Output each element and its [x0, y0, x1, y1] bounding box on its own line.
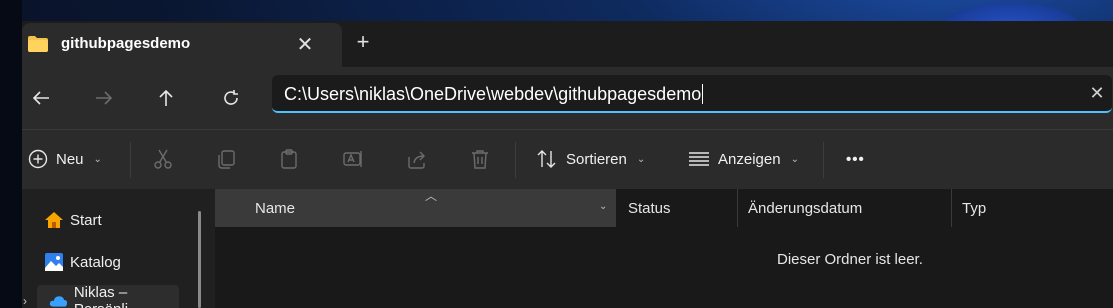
sort-label: Sortieren	[566, 150, 627, 168]
cut-icon[interactable]	[152, 144, 174, 174]
sidebar-item-start[interactable]: Start	[44, 204, 102, 236]
folder-icon	[28, 36, 48, 52]
new-tab-button[interactable]: +	[350, 29, 376, 55]
new-button[interactable]: Neu ⌄	[28, 144, 102, 174]
divider	[130, 142, 131, 178]
gallery-icon	[45, 253, 63, 271]
sidebar-scrollbar[interactable]	[198, 211, 201, 308]
column-header-name[interactable]: ︿ Name ⌄	[215, 189, 615, 227]
chevron-down-icon: ⌄	[790, 153, 799, 165]
more-options-button[interactable]: •••	[846, 144, 865, 174]
navigation-pane: Start Katalog › Niklas – Persönli	[22, 189, 212, 308]
divider	[515, 142, 516, 178]
empty-folder-message: Dieser Ordner ist leer.	[777, 251, 923, 268]
back-icon[interactable]	[25, 83, 57, 113]
copy-icon[interactable]	[215, 144, 237, 174]
command-bar: Neu ⌄ Sortieren ⌄ Anzeigen ⌄ •••	[22, 129, 1113, 189]
window-gap	[0, 0, 22, 308]
column-header-status[interactable]: Status	[615, 189, 737, 227]
sort-ascending-icon: ︿	[425, 189, 438, 203]
view-list-icon	[689, 152, 709, 166]
clear-address-icon[interactable]: ✕	[1084, 80, 1110, 106]
navigation-bar: C:\Users\niklas\OneDrive\webdev\githubpa…	[22, 67, 1113, 129]
chevron-down-icon: ⌄	[93, 153, 102, 165]
tab-strip: githubpagesdemo ✕ +	[22, 21, 1113, 67]
new-label: Neu	[56, 150, 84, 168]
view-label: Anzeigen	[718, 150, 781, 168]
file-list: ︿ Name ⌄ Status Änderungsdatum Typ Diese…	[215, 189, 1113, 308]
chevron-down-icon[interactable]: ⌄	[599, 201, 607, 212]
onedrive-icon	[49, 296, 68, 307]
tab-githubpagesdemo[interactable]: githubpagesdemo ✕	[22, 23, 342, 67]
add-circle-icon	[28, 149, 48, 169]
sidebar-item-onedrive[interactable]: › Niklas – Persönli	[23, 284, 179, 308]
column-header-row: ︿ Name ⌄ Status Änderungsdatum Typ	[215, 189, 1113, 227]
share-icon[interactable]	[406, 144, 428, 174]
paste-icon[interactable]	[278, 144, 300, 174]
up-icon[interactable]	[150, 83, 182, 113]
refresh-icon[interactable]	[215, 83, 247, 113]
column-header-date[interactable]: Änderungsdatum	[737, 189, 951, 227]
divider	[823, 142, 824, 178]
tab-close-icon[interactable]: ✕	[292, 31, 318, 57]
sort-button[interactable]: Sortieren ⌄	[536, 144, 645, 174]
home-icon	[45, 212, 63, 228]
sidebar-item-label: Start	[70, 211, 102, 229]
column-header-type[interactable]: Typ	[951, 189, 1113, 227]
address-bar[interactable]: C:\Users\niklas\OneDrive\webdev\githubpa…	[272, 75, 1112, 113]
view-button[interactable]: Anzeigen ⌄	[688, 144, 799, 174]
sidebar-item-label: Niklas – Persönli	[73, 284, 128, 308]
file-explorer-window: githubpagesdemo ✕ + C:\Users\niklas\OneD…	[22, 21, 1113, 308]
address-path[interactable]: C:\Users\niklas\OneDrive\webdev\githubpa…	[284, 84, 704, 105]
rename-icon[interactable]	[342, 144, 364, 174]
sidebar-item-label: Katalog	[70, 253, 121, 271]
sort-icon	[537, 150, 556, 168]
sidebar-item-katalog[interactable]: Katalog	[44, 246, 121, 278]
tab-title: githubpagesdemo	[61, 35, 191, 52]
chevron-right-icon[interactable]: ›	[23, 294, 27, 308]
chevron-down-icon: ⌄	[636, 153, 646, 165]
forward-icon[interactable]	[88, 83, 120, 113]
delete-icon[interactable]	[470, 144, 490, 174]
